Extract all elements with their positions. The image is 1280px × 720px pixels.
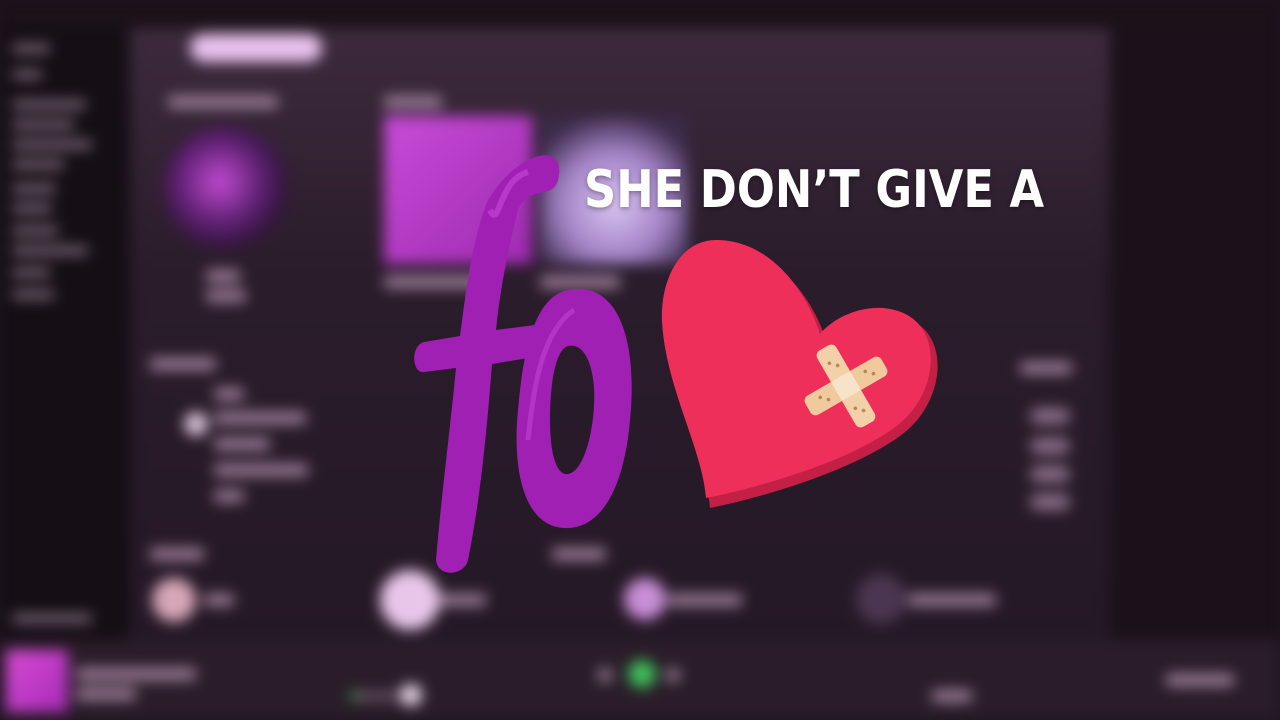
heart-body	[661, 240, 931, 498]
broken-heart-bandage-icon	[661, 240, 938, 508]
title-overlay: SHE DON’T GIVE A	[0, 0, 1280, 720]
brush-letters-fo	[414, 155, 632, 573]
